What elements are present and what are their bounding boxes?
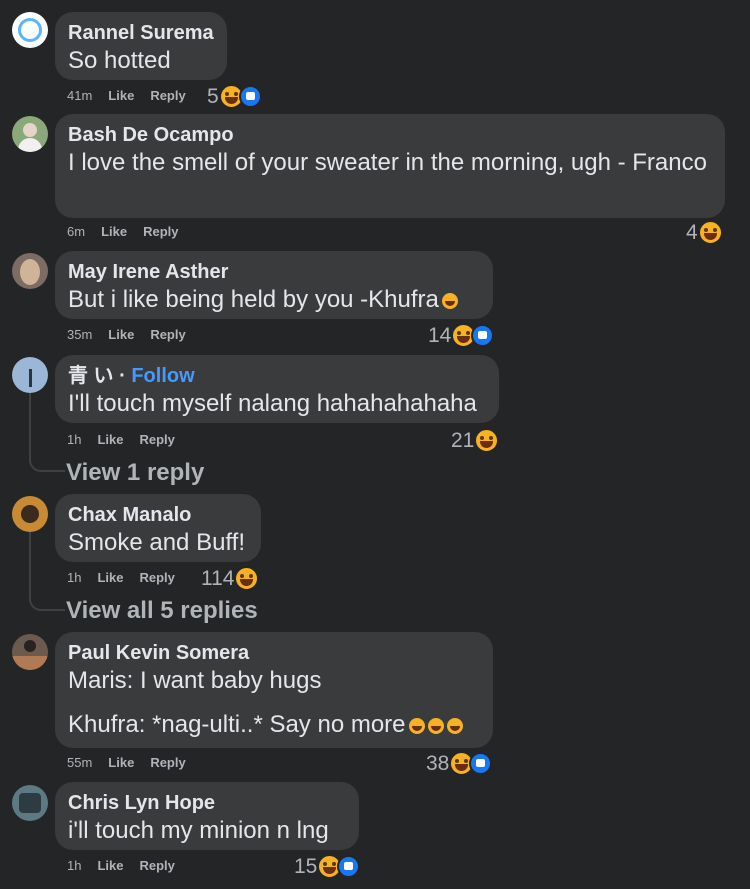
comment-time[interactable]: 1h <box>67 858 81 873</box>
laughing-emoji-icon <box>427 717 444 734</box>
reply-button[interactable]: Reply <box>143 224 178 239</box>
reaction-summary[interactable]: 114 <box>201 566 260 591</box>
laughing-emoji-icon <box>408 717 425 734</box>
comment-author[interactable]: Chax Manalo <box>68 503 248 527</box>
reply-button[interactable]: Reply <box>139 858 174 873</box>
reply-button[interactable]: Reply <box>150 755 185 770</box>
reaction-count: 5 <box>207 84 219 108</box>
comment-bubble: Chax Manalo Smoke and Buff! <box>55 494 261 562</box>
comment-text: Khufra: *nag-ulti..* Say no more <box>68 709 480 741</box>
comment-meta: 1h Like Reply <box>67 570 191 585</box>
comment-author: 青 い · Follow <box>68 365 195 387</box>
avatar[interactable] <box>12 12 48 48</box>
comment-text: i'll touch my minion n lng <box>68 817 329 844</box>
comment-text-line: Khufra: *nag-ulti..* Say no more <box>68 711 406 738</box>
reaction-count: 21 <box>451 428 475 452</box>
comment-author[interactable]: Bash De Ocampo <box>68 123 712 147</box>
avatar[interactable] <box>12 253 48 289</box>
comment-author[interactable]: Chris Lyn Hope <box>68 791 346 815</box>
haha-reaction-icon <box>697 220 723 245</box>
comment-author-name[interactable]: 青 い <box>68 365 114 387</box>
reply-button[interactable]: Reply <box>150 327 185 342</box>
laughing-emoji-icon <box>441 292 458 309</box>
comment-bubble: Chris Lyn Hope i'll touch my minion n ln… <box>55 782 359 850</box>
reaction-summary[interactable]: 14 <box>428 323 495 348</box>
reply-button[interactable]: Reply <box>150 88 185 103</box>
comment-bubble: May Irene Asther But i like being held b… <box>55 251 493 319</box>
like-button[interactable]: Like <box>97 570 123 585</box>
view-replies-link[interactable]: View 1 reply <box>66 459 204 487</box>
reaction-count: 15 <box>294 854 318 878</box>
avatar[interactable] <box>12 496 48 532</box>
comment-bubble: Rannel Surema So hotted <box>55 12 227 80</box>
comment-meta: 41m Like Reply <box>67 88 202 103</box>
avatar[interactable] <box>12 634 48 670</box>
reaction-summary[interactable]: 5 <box>207 84 262 109</box>
reply-button[interactable]: Reply <box>139 432 174 447</box>
comment-time[interactable]: 35m <box>67 327 92 342</box>
comment-author[interactable]: Rannel Surema <box>68 21 214 45</box>
comment-time[interactable]: 1h <box>67 570 81 585</box>
like-button[interactable]: Like <box>97 858 123 873</box>
comment-meta: 1h Like Reply <box>67 432 191 447</box>
comment-author[interactable]: Paul Kevin Somera <box>68 641 480 665</box>
comment-meta: 1h Like Reply <box>67 858 191 873</box>
comment-meta: 35m Like Reply <box>67 327 202 342</box>
comment-bubble: Bash De Ocampo I love the smell of your … <box>55 114 725 218</box>
comment-time[interactable]: 1h <box>67 432 81 447</box>
comment-bubble: Paul Kevin Somera Maris: I want baby hug… <box>55 632 493 748</box>
like-button[interactable]: Like <box>101 224 127 239</box>
follow-button[interactable]: Follow <box>131 365 194 387</box>
view-replies-link[interactable]: View all 5 replies <box>66 597 258 625</box>
reaction-summary[interactable]: 38 <box>426 751 493 776</box>
avatar[interactable] <box>12 357 48 393</box>
comment-text-content: But i like being held by you -Khufra <box>68 286 439 313</box>
comment-text: Smoke and Buff! <box>68 529 245 556</box>
reply-button[interactable]: Reply <box>139 570 174 585</box>
avatar[interactable] <box>12 785 48 821</box>
comment-time[interactable]: 55m <box>67 755 92 770</box>
comment-text: Maris: I want baby hugs <box>68 667 322 694</box>
comment-meta: 6m Like Reply <box>67 224 194 239</box>
like-reaction-icon <box>337 855 361 878</box>
like-button[interactable]: Like <box>108 755 134 770</box>
comment-time[interactable]: 6m <box>67 224 85 239</box>
reaction-summary[interactable]: 15 <box>294 854 361 879</box>
like-reaction-icon <box>471 324 495 347</box>
comment-text: I'll touch myself nalang hahahahahaha <box>68 390 477 417</box>
haha-reaction-icon <box>474 428 500 453</box>
comment-text: I love the smell of your sweater in the … <box>68 149 707 176</box>
reaction-count: 38 <box>426 751 450 775</box>
like-reaction-icon <box>469 752 493 775</box>
like-button[interactable]: Like <box>108 88 134 103</box>
like-reaction-icon <box>238 85 262 108</box>
like-button[interactable]: Like <box>97 432 123 447</box>
comment-author[interactable]: May Irene Asther <box>68 260 480 284</box>
comment-text: So hotted <box>68 47 171 74</box>
comment-thread: Rannel Surema So hotted 41m Like Reply 5 B… <box>0 0 750 889</box>
comment-meta: 55m Like Reply <box>67 755 202 770</box>
reaction-count: 114 <box>201 566 235 590</box>
comment-bubble: 青 い · Follow I'll touch myself nalang ha… <box>55 355 499 423</box>
like-button[interactable]: Like <box>108 327 134 342</box>
reaction-summary[interactable]: 4 <box>686 220 723 245</box>
reaction-count: 14 <box>428 323 452 347</box>
reaction-count: 4 <box>686 220 698 244</box>
comment-text: But i like being held by you -Khufra <box>68 284 480 316</box>
avatar[interactable] <box>12 116 48 152</box>
comment-time[interactable]: 41m <box>67 88 92 103</box>
laughing-emoji-icon <box>446 717 463 734</box>
reaction-summary[interactable]: 21 <box>451 428 500 453</box>
haha-reaction-icon <box>234 566 260 591</box>
